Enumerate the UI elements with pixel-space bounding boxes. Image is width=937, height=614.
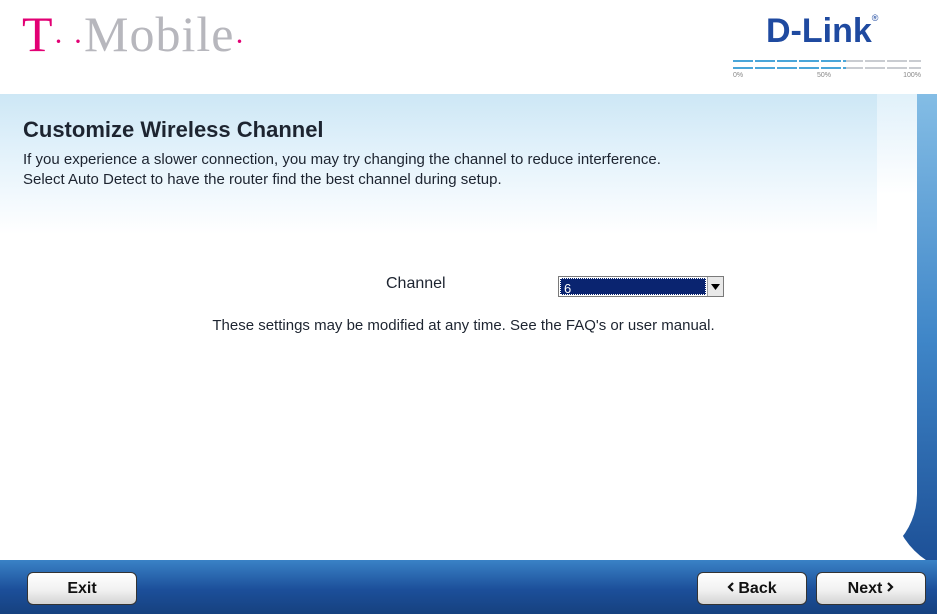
channel-select[interactable]: 6: [558, 276, 724, 297]
progress-bar: [733, 58, 921, 72]
page-description: If you experience a slower connection, y…: [23, 150, 883, 190]
chevron-down-icon[interactable]: [707, 277, 723, 296]
back-button[interactable]: Back: [697, 572, 807, 605]
tmobile-logo-dots: · ·: [53, 25, 85, 58]
progress-label-start: 0%: [733, 72, 744, 79]
setup-progress: 0% 50% 100%: [733, 58, 921, 80]
tmobile-logo-t: T: [22, 6, 54, 62]
progress-fill: [733, 60, 846, 62]
channel-selected-value: 6: [560, 278, 706, 296]
back-button-label: Back: [738, 579, 777, 597]
description-line-2: Select Auto Detect to have the router fi…: [23, 171, 502, 188]
chevron-left-icon: [727, 582, 735, 595]
panel-border-curve: [877, 94, 937, 574]
header: T· ·Mobile· D-Link® 0% 50% 100%: [0, 0, 937, 94]
dlink-logo: D-Link®: [766, 12, 879, 50]
tmobile-logo: T· ·Mobile·: [22, 4, 245, 64]
exit-button-label: Exit: [67, 579, 97, 597]
chevron-right-icon: [886, 582, 894, 595]
dlink-logo-text: D-Link: [766, 12, 872, 50]
description-line-1: If you experience a slower connection, y…: [23, 151, 661, 168]
progress-fill-lower: [733, 67, 846, 69]
dlink-trademark: ®: [871, 13, 879, 23]
exit-button[interactable]: Exit: [27, 572, 137, 605]
tmobile-logo-text: Mobile: [84, 6, 235, 62]
next-button[interactable]: Next: [816, 572, 926, 605]
progress-label-end: 100%: [903, 72, 921, 79]
settings-note: These settings may be modified at any ti…: [212, 317, 715, 334]
channel-label: Channel: [386, 275, 446, 292]
tmobile-logo-tail: ·: [234, 25, 246, 58]
next-button-label: Next: [847, 579, 883, 597]
page-title: Customize Wireless Channel: [23, 117, 324, 142]
progress-label-mid: 50%: [817, 72, 832, 79]
